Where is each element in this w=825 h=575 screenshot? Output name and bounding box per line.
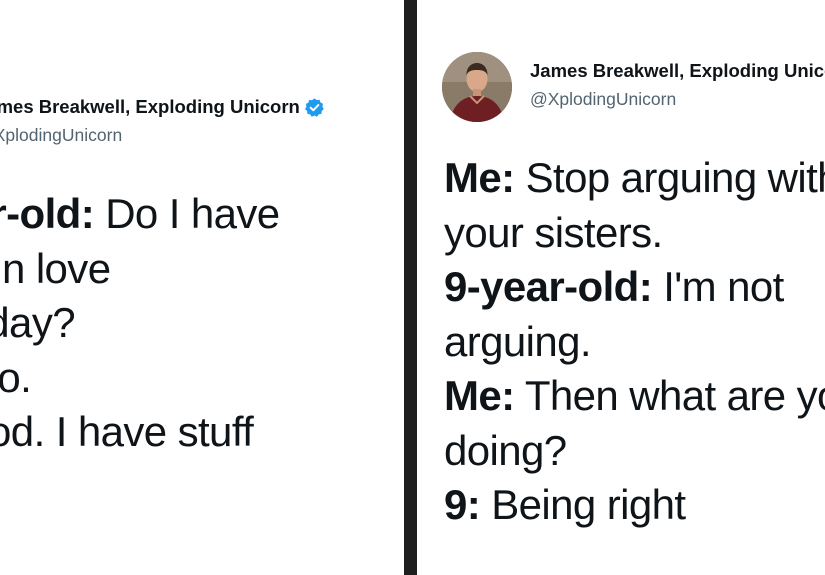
tweet-line: arguing. <box>444 315 825 370</box>
line-text: Stop arguing with <box>514 154 825 201</box>
tweet-line: Me: Then what are you <box>444 369 825 424</box>
line-text: Then what are you <box>524 372 825 419</box>
speaker-label: Me: <box>444 154 515 201</box>
tweet-line: Me: Stop arguing with <box>444 151 825 206</box>
author-handle[interactable]: @XplodingUnicorn <box>0 125 325 146</box>
tweet-line: 9-year-old: Do I have <box>0 187 280 242</box>
tweet-panel-left: James Breakwell, Exploding Unicorn @Xplo… <box>0 0 404 575</box>
author-handle[interactable]: @XplodingUnicorn <box>530 89 825 110</box>
speaker-label: 9: <box>444 481 481 528</box>
tweet-header: James Breakwell, Exploding Unicorn @Xplo… <box>530 60 825 110</box>
tweet-text: Me: Stop arguing with your sisters. 9-year… <box>444 151 825 533</box>
tweet-line: doing? <box>444 424 825 479</box>
tweet-line: Me: No. <box>0 351 280 406</box>
line-text: doing? <box>444 426 567 474</box>
avatar[interactable] <box>442 52 512 122</box>
panel-divider <box>404 0 417 575</box>
line-text: Good. I have stuff <box>0 408 254 455</box>
line-text: your sisters. <box>444 208 663 256</box>
tweet-line: 9: Being right <box>444 478 825 533</box>
speaker-label: 9-year-old: <box>444 263 653 310</box>
line-text: Being right <box>480 481 686 528</box>
tweet-line: your sisters. <box>444 206 825 261</box>
author-name[interactable]: James Breakwell, Exploding Unicorn <box>530 60 825 82</box>
avatar-photo-icon <box>442 52 512 122</box>
line-text: someday? <box>0 299 76 346</box>
tweet-header: James Breakwell, Exploding Unicorn @Xplo… <box>0 96 325 146</box>
line-text: arguing. <box>444 317 592 365</box>
line-text: to fall in love <box>0 244 111 292</box>
tweet-line: someday? <box>0 296 280 351</box>
speaker-label: 9-year-old: <box>0 190 95 237</box>
line-text: Do I have <box>94 190 280 237</box>
speaker-label: Me: <box>444 372 515 419</box>
verified-badge-icon <box>304 97 324 117</box>
tweet-text: 9-year-old: Do I haveto fall in lovesome… <box>0 187 280 514</box>
author-name[interactable]: James Breakwell, Exploding Unicorn <box>0 96 300 118</box>
tweet-line: to fall in love <box>0 242 280 297</box>
line-text: I'm not <box>652 263 784 310</box>
tweet-line: 9-year-old: I'm not <box>444 260 825 315</box>
tweet-line: 9: Good. I have stuff <box>0 405 280 460</box>
line-text: No. <box>0 353 32 401</box>
tweet-line: to do <box>0 460 280 515</box>
